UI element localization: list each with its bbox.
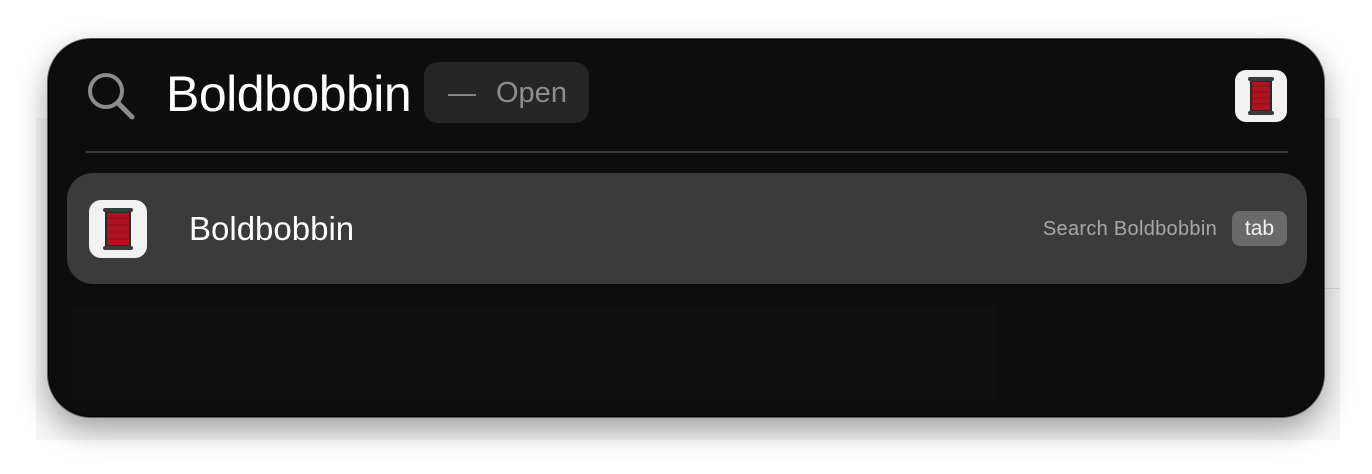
background-window-footer: [36, 440, 1340, 474]
spool-icon: [89, 200, 147, 258]
result-item-boldbobbin[interactable]: Boldbobbin Search Boldbobbin tab: [67, 173, 1307, 284]
spool-icon: [1235, 70, 1287, 122]
result-title: Boldbobbin: [189, 210, 355, 247]
results-empty-area: [72, 306, 997, 401]
open-hint-badge: — Open: [424, 62, 589, 123]
search-input[interactable]: Boldbobbin: [166, 65, 412, 123]
search-divider: [86, 151, 1288, 153]
spotlight-panel: Boldbobbin — Open Boldbobbin Search Bold…: [47, 38, 1325, 418]
open-hint-dash: —: [448, 76, 476, 108]
search-icon: [86, 71, 136, 121]
tab-key-badge: tab: [1232, 211, 1287, 246]
open-hint-label: Open: [496, 76, 567, 109]
result-action-label: Search Boldbobbin: [1042, 218, 1217, 240]
